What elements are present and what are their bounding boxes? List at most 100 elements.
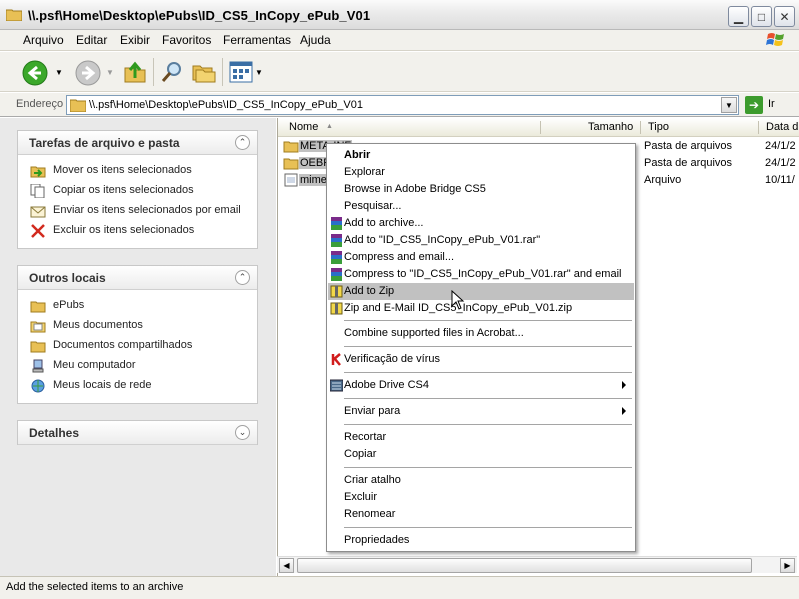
place-shared-documents-label[interactable]: Documentos compartilhados [53,339,192,351]
views-button[interactable] [229,61,253,83]
folder-icon [283,141,299,153]
go-label[interactable]: Ir [768,98,775,110]
views-dropdown-icon[interactable]: ▼ [255,68,263,77]
ctx-rename-label[interactable]: Renomear [344,508,395,520]
ctx-send-to[interactable]: Enviar para [328,403,634,420]
close-button[interactable]: ✕ [774,6,795,27]
place-shared-documents[interactable]: Documentos compartilhados [18,336,257,356]
ctx-open-label[interactable]: Abrir [344,149,370,161]
menu-favoritos[interactable]: Favoritos [162,33,211,47]
scroll-right-button[interactable]: ▶ [780,558,795,573]
ctx-add-zip-label[interactable]: Add to Zip [344,285,394,297]
ctx-compress-email-label[interactable]: Compress and email... [344,251,454,263]
collapse-icon[interactable]: ⌃ [235,270,250,285]
ctx-cut[interactable]: Recortar [328,429,634,446]
ctx-combine-acrobat[interactable]: Combine supported files in Acrobat... [328,325,634,342]
place-my-computer[interactable]: Meu computador [18,356,257,376]
ctx-delete-label[interactable]: Excluir [344,491,377,503]
place-my-documents[interactable]: Meus documentos [18,316,257,336]
task-email[interactable]: Enviar os itens selecionados por email [18,201,257,221]
ctx-delete[interactable]: Excluir [328,489,634,506]
maximize-button[interactable]: □ [751,6,772,27]
address-input[interactable]: \\.psf\Home\Desktop\ePubs\ID_CS5_InCopy_… [66,95,739,115]
tasks-panel-title: Tarefas de arquivo e pasta [29,136,180,150]
scroll-left-button[interactable]: ◀ [279,558,294,573]
back-dropdown-icon[interactable]: ▼ [55,68,63,77]
ctx-compress-rar-email-label[interactable]: Compress to "ID_CS5_InCopy_ePub_V01.rar"… [344,268,621,280]
back-button[interactable] [22,60,48,86]
ctx-explore[interactable]: Explorar [328,164,634,181]
column-header: Nome ▲ Tamanho Tipo Data d [278,118,799,137]
ctx-virus-scan[interactable]: Verificação de vírus [328,351,634,368]
folder-icon [70,99,86,112]
task-delete[interactable]: Excluir os itens selecionados [18,221,257,241]
menu-editar[interactable]: Editar [76,33,107,47]
ctx-search-label[interactable]: Pesquisar... [344,200,401,212]
folders-button[interactable] [192,60,216,84]
ctx-zip-email[interactable]: Zip and E-Mail ID_CS5_InCopy_ePub_V01.zi… [328,300,634,317]
place-epubs[interactable]: ePubs [18,296,257,316]
forward-button[interactable] [75,60,101,86]
ctx-add-zip[interactable]: Add to Zip [328,283,634,300]
task-move[interactable]: Mover os itens selecionados [18,161,257,181]
ctx-add-archive[interactable]: Add to archive... [328,215,634,232]
up-folder-button[interactable] [123,60,147,84]
search-button[interactable] [160,60,184,84]
ctx-add-rar-label[interactable]: Add to "ID_CS5_InCopy_ePub_V01.rar" [344,234,540,246]
ctx-explore-label[interactable]: Explorar [344,166,385,178]
horizontal-scrollbar[interactable]: ◀ ▶ [277,556,797,573]
menu-exibir[interactable]: Exibir [120,33,150,47]
menu-ajuda[interactable]: Ajuda [300,33,331,47]
address-dropdown-button[interactable]: ▼ [721,97,737,113]
ctx-open[interactable]: Abrir [328,147,634,164]
ctx-send-to-label[interactable]: Enviar para [344,405,400,417]
ctx-properties-label[interactable]: Propriedades [344,534,409,546]
expand-icon[interactable]: ⌄ [235,425,250,440]
maximize-icon: □ [757,9,766,24]
task-email-label[interactable]: Enviar os itens selecionados por email [53,204,241,216]
ctx-compress-rar-email[interactable]: Compress to "ID_CS5_InCopy_ePub_V01.rar"… [328,266,634,283]
ctx-rename[interactable]: Renomear [328,506,634,523]
column-size[interactable]: Tamanho [588,121,633,133]
ctx-cut-label[interactable]: Recortar [344,431,386,443]
places-panel-header[interactable]: Outros locais ⌃ [18,266,257,290]
ctx-properties[interactable]: Propriedades [328,532,634,549]
ctx-bridge-label[interactable]: Browse in Adobe Bridge CS5 [344,183,486,195]
column-date[interactable]: Data d [766,121,798,133]
forward-dropdown-icon[interactable]: ▼ [106,68,114,77]
ctx-add-rar[interactable]: Add to "ID_CS5_InCopy_ePub_V01.rar" [328,232,634,249]
ctx-combine-acrobat-label[interactable]: Combine supported files in Acrobat... [344,327,524,339]
ctx-adobe-drive-label[interactable]: Adobe Drive CS4 [344,379,429,391]
network-icon [31,379,45,393]
ctx-create-shortcut[interactable]: Criar atalho [328,472,634,489]
ctx-copy-label[interactable]: Copiar [344,448,376,460]
task-copy[interactable]: Copiar os itens selecionados [18,181,257,201]
column-name[interactable]: Nome [289,121,318,133]
menu-ferramentas[interactable]: Ferramentas [223,33,291,47]
ctx-create-shortcut-label[interactable]: Criar atalho [344,474,401,486]
place-my-computer-label[interactable]: Meu computador [53,359,136,371]
tasks-panel-header[interactable]: Tarefas de arquivo e pasta ⌃ [18,131,257,155]
column-type[interactable]: Tipo [648,121,669,133]
task-move-label[interactable]: Mover os itens selecionados [53,164,192,176]
go-button[interactable]: ➔ [745,96,763,114]
ctx-compress-email[interactable]: Compress and email... [328,249,634,266]
ctx-add-archive-label[interactable]: Add to archive... [344,217,424,229]
task-delete-label[interactable]: Excluir os itens selecionados [53,224,194,236]
ctx-search[interactable]: Pesquisar... [328,198,634,215]
ctx-adobe-drive[interactable]: Adobe Drive CS4 [328,377,634,394]
minimize-button[interactable]: ▁ [728,6,749,27]
details-panel-header[interactable]: Detalhes ⌄ [18,421,257,445]
place-network-label[interactable]: Meus locais de rede [53,379,151,391]
place-epubs-label[interactable]: ePubs [53,299,84,311]
menu-arquivo[interactable]: Arquivo [23,33,64,47]
place-my-documents-label[interactable]: Meus documentos [53,319,143,331]
ctx-bridge[interactable]: Browse in Adobe Bridge CS5 [328,181,634,198]
file-type: Pasta de arquivos [644,157,733,169]
ctx-virus-scan-label[interactable]: Verificação de vírus [344,353,440,365]
scroll-thumb[interactable] [297,558,752,573]
ctx-copy[interactable]: Copiar [328,446,634,463]
place-network[interactable]: Meus locais de rede [18,376,257,396]
task-copy-label[interactable]: Copiar os itens selecionados [53,184,194,196]
collapse-icon[interactable]: ⌃ [235,135,250,150]
